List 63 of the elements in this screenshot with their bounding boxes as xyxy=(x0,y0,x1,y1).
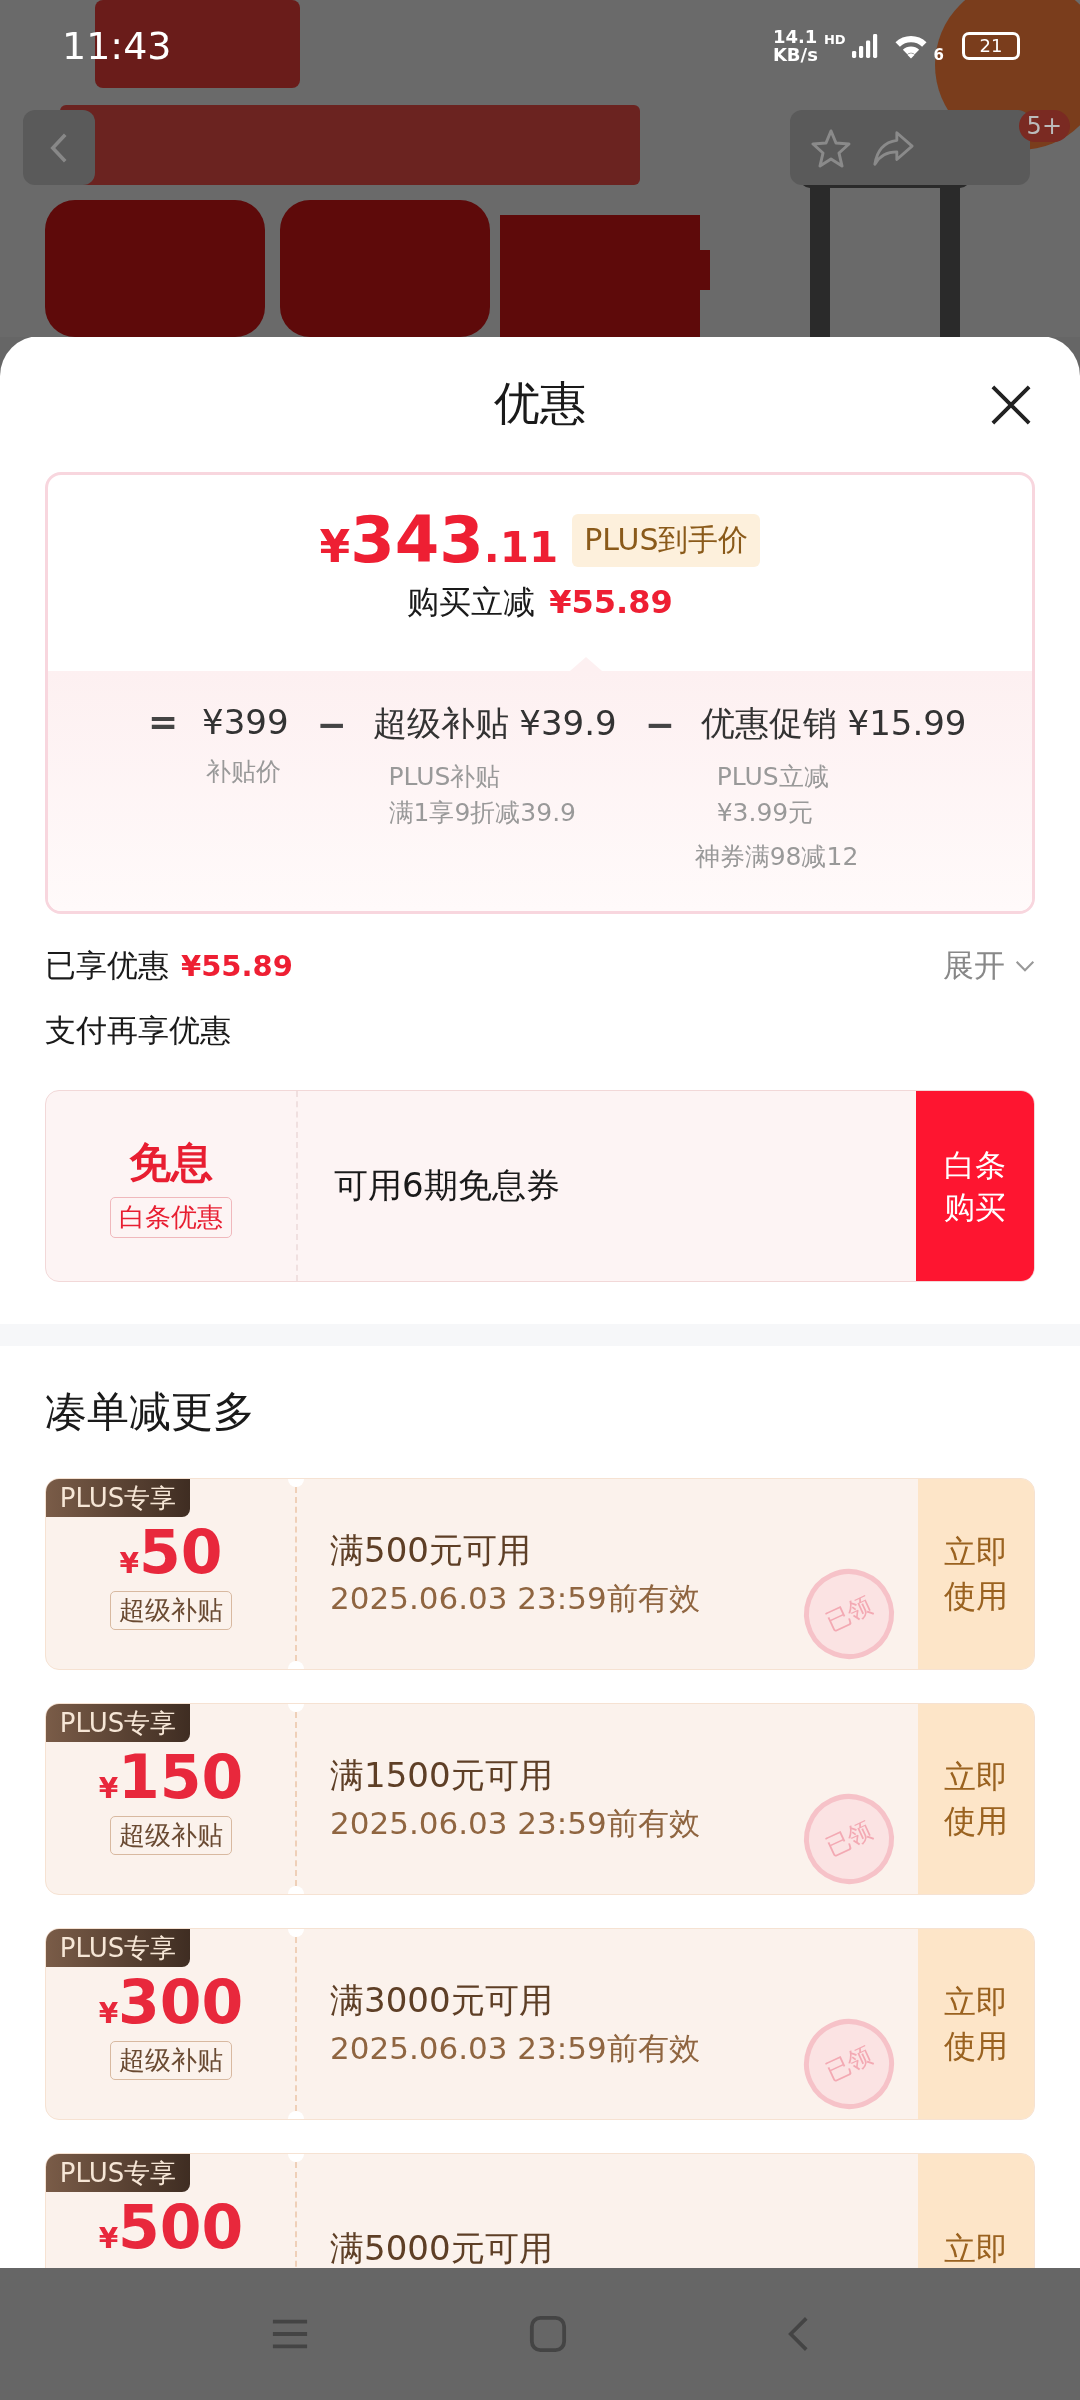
operator-sign: − xyxy=(316,703,348,745)
coupon-validity: 2025.06.03 23:59前有效 xyxy=(330,1804,700,1843)
saving-amount: ¥55.89 xyxy=(549,583,673,621)
coupon-amount: ¥50 xyxy=(119,1517,223,1587)
subsidy-tag: 超级补贴 xyxy=(110,1816,232,1855)
network-type: HD xyxy=(823,32,846,47)
back-button[interactable] xyxy=(23,110,95,185)
coupon-amount: ¥500 xyxy=(98,2192,244,2262)
breakdown-amount: 优惠促销 ¥15.99 xyxy=(700,702,967,745)
coupon-amount: ¥300 xyxy=(98,1967,244,2037)
plus-tag: PLUS专享 xyxy=(46,1929,190,1967)
favorite-button[interactable] xyxy=(810,127,852,168)
breakdown-amount: 超级补贴 ¥39.9 xyxy=(372,702,617,745)
subsidy-tag: 超级补贴 xyxy=(110,1591,232,1630)
final-price: ¥343.11 xyxy=(319,503,559,577)
coupon-condition: 满3000元可用 xyxy=(330,1979,553,2022)
wifi-icon xyxy=(893,33,928,59)
coupon-validity: 2025.06.03 23:59前有效 xyxy=(330,2029,700,2068)
coupon-validity: 2025.06.03 23:59前有效 xyxy=(330,1579,700,1618)
breakdown-note: PLUS立减 xyxy=(716,761,830,793)
offer-headline: 免息 xyxy=(129,1136,213,1189)
home-icon[interactable] xyxy=(529,2315,567,2353)
use-button[interactable]: 立即 使用 xyxy=(918,1929,1034,2119)
battery-icon: 21 xyxy=(962,32,1020,60)
breakdown-note: PLUS补贴 xyxy=(388,761,502,793)
back-icon xyxy=(50,131,68,164)
signal-icon xyxy=(851,33,880,59)
section-title: 支付再享优惠 xyxy=(45,1011,232,1050)
expand-toggle[interactable]: 展开 xyxy=(943,945,1035,987)
use-button[interactable]: 立即 使用 xyxy=(918,1704,1034,1894)
breakdown-note: 满1享9折减39.9 xyxy=(388,797,577,829)
network-speed-unit: KB/s xyxy=(772,46,818,64)
breakdown-note: ¥3.99元 xyxy=(716,797,815,829)
use-button[interactable]: 立即 xyxy=(918,2154,1034,2268)
operator-sign: = xyxy=(148,701,180,742)
coupon-condition: 满1500元可用 xyxy=(330,1754,553,1797)
subsidy-tag: 超级补贴 xyxy=(110,2041,232,2080)
offer-tag: 白条优惠 xyxy=(110,1196,232,1238)
wifi-label: 6 xyxy=(933,46,944,64)
coupon-condition: 满5000元可用 xyxy=(330,2227,553,2268)
saving-label: 购买立减 xyxy=(407,582,536,623)
breakdown-amount: ¥399 xyxy=(202,701,289,742)
savings-amount: ¥55.89 xyxy=(181,949,293,983)
operator-sign: − xyxy=(644,703,676,745)
status-time: 11:43 xyxy=(62,24,172,68)
breakdown-note: 神券满98减12 xyxy=(694,841,860,873)
network-speed: 14.1 xyxy=(772,28,818,46)
plus-tag: PLUS专享 xyxy=(46,1704,190,1742)
savings-label: 已享优惠 xyxy=(45,946,169,985)
sheet-title: 优惠 xyxy=(494,375,586,432)
plus-tag: PLUS专享 xyxy=(46,1479,190,1517)
coupon-amount: ¥150 xyxy=(98,1742,244,1812)
section-title: 凑单减更多 xyxy=(45,1386,256,1438)
close-button[interactable] xyxy=(990,384,1032,426)
coupon-condition: 满500元可用 xyxy=(330,1529,531,1572)
star-icon xyxy=(810,127,852,168)
use-button[interactable]: 立即 使用 xyxy=(918,1479,1034,1669)
offer-description: 可用6期免息券 xyxy=(333,1164,561,1207)
plus-tag: PLUS专享 xyxy=(46,2154,190,2192)
close-icon xyxy=(990,384,1032,426)
price-tag: PLUS到手价 xyxy=(572,513,761,567)
buy-button[interactable]: 白条 购买 xyxy=(916,1091,1034,1281)
breakdown-note: 补贴价 xyxy=(206,756,282,788)
